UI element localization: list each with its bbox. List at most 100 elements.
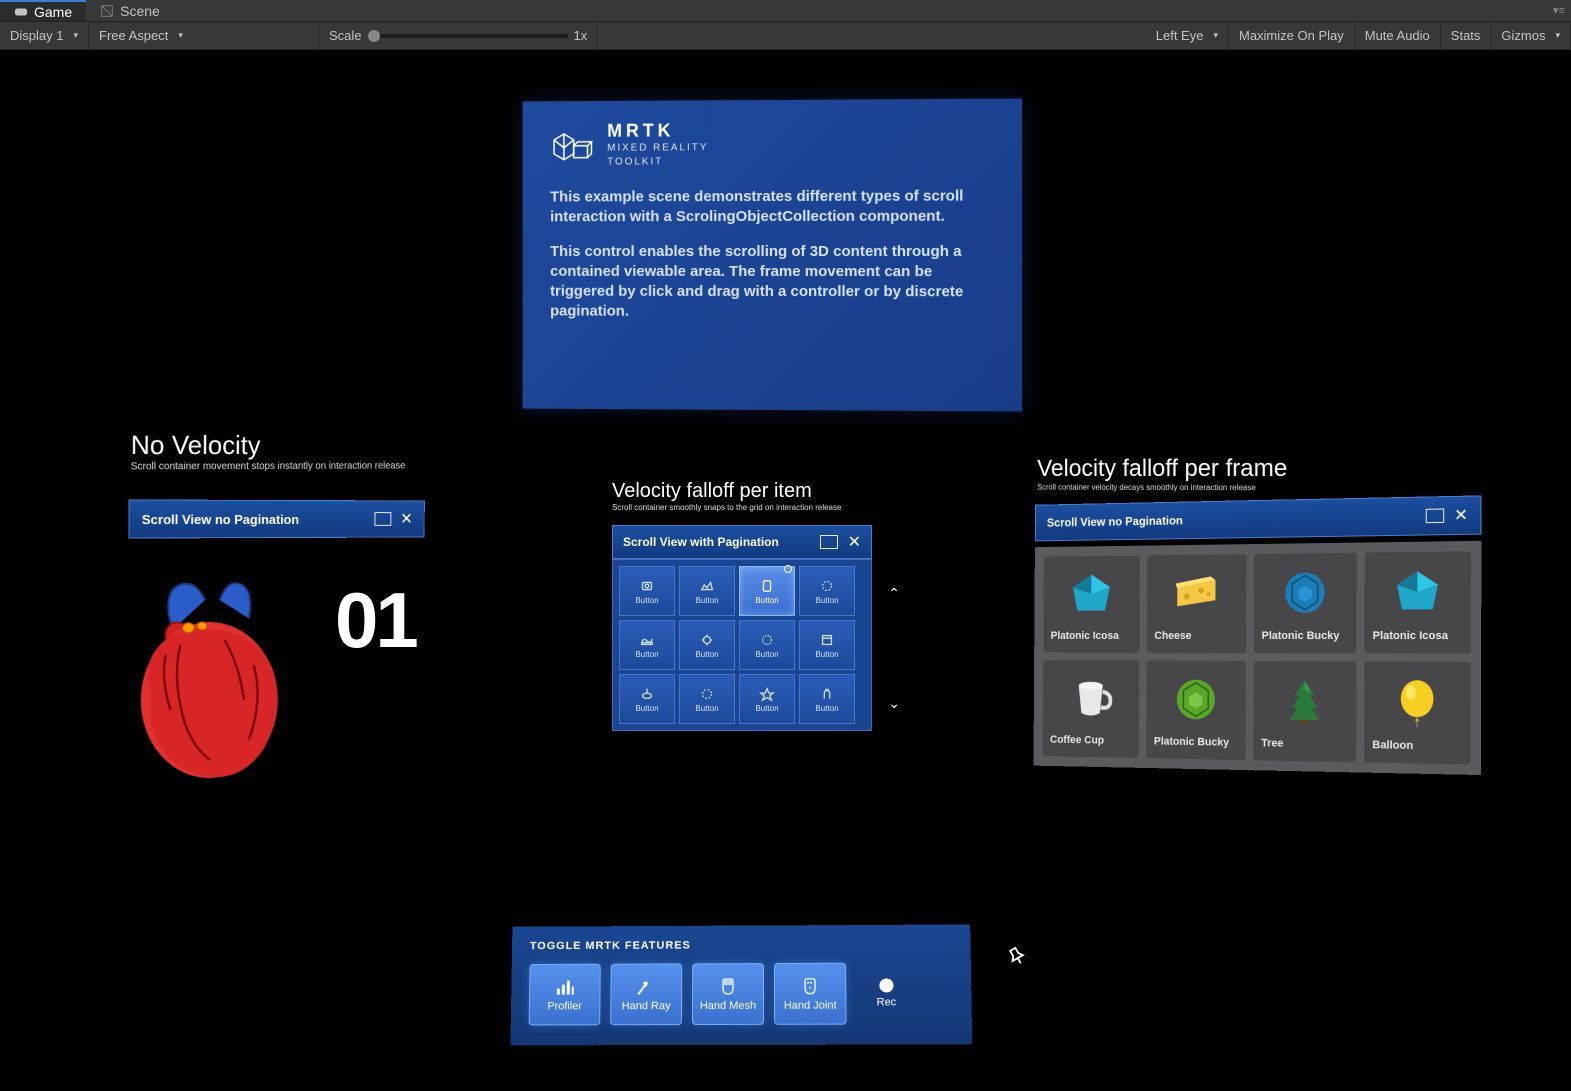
pin-icon[interactable] [1003, 943, 1033, 975]
heart-model[interactable] [111, 568, 307, 796]
scrollview-titlebar-3[interactable]: Scroll View no Pagination ✕ [1035, 495, 1482, 541]
window-icon[interactable] [374, 512, 391, 526]
card-thumbnail [1050, 668, 1132, 729]
close-icon[interactable]: ✕ [1454, 505, 1468, 526]
window-icon[interactable] [820, 535, 838, 549]
scale-value: 1x [574, 28, 588, 43]
card-label: Coffee Cup [1050, 734, 1131, 748]
grid-button[interactable]: Button [799, 620, 855, 670]
scrollview-titlebar-2[interactable]: Scroll View with Pagination ✕ [612, 525, 872, 559]
info-paragraph-2: This control enables the scrolling of 3D… [550, 241, 993, 323]
section-subtitle: Scroll container velocity decays smoothl… [1037, 483, 1287, 493]
aspect-dropdown[interactable]: Free Aspect [89, 22, 319, 49]
scale-slider[interactable] [368, 34, 568, 38]
tab-game[interactable]: Game [0, 0, 86, 21]
section-subtitle: Scroll container movement stops instantl… [131, 461, 406, 473]
brand-sub1: MIXED REALITY [607, 141, 708, 155]
section-per-frame: Velocity falloff per frame Scroll contai… [1037, 455, 1287, 493]
toggle-button-label: Hand Ray [622, 1000, 671, 1012]
grid-button[interactable]: Button [619, 674, 675, 724]
toggle-button-label: Hand Mesh [700, 1000, 756, 1012]
button-grid[interactable]: ButtonButtonButtonButtonButtonButtonButt… [612, 559, 872, 731]
gallery-card[interactable]: Platonic Icosa [1365, 551, 1471, 654]
scrollview-titlebar-1[interactable]: Scroll View no Pagination ✕ [128, 499, 424, 538]
page-up-button[interactable]: ⌃ [888, 585, 900, 602]
card-thumbnail [1154, 562, 1238, 624]
grid-button-label: Button [695, 704, 718, 713]
gallery-card[interactable]: Platonic Icosa [1043, 555, 1140, 652]
gallery-grid[interactable]: Platonic Icosa Cheese Platonic Bucky Platon… [1033, 541, 1481, 776]
tab-scene[interactable]: Scene [86, 0, 174, 21]
toggle-row: Profiler Hand Ray Hand Mesh Hand Joint Rec [529, 962, 954, 1025]
grid-button[interactable]: Button [799, 674, 855, 724]
grid-button-label: Button [635, 704, 658, 713]
scale-control: Scale 1x [319, 22, 598, 49]
card-thumbnail [1372, 670, 1462, 735]
toggle-panel-title: TOGGLE MRTK FEATURES [530, 938, 953, 952]
card-label: Platonic Bucky [1154, 736, 1238, 751]
grid-button[interactable]: Button [739, 620, 795, 670]
grid-button-label: Button [695, 650, 718, 659]
card-thumbnail [1373, 560, 1463, 624]
grid-button-label: Button [695, 596, 718, 605]
gallery-card[interactable]: Balloon [1364, 662, 1471, 765]
gallery-card[interactable]: Platonic Bucky [1254, 553, 1357, 654]
card-label: Platonic Bucky [1262, 630, 1349, 643]
display-dropdown[interactable]: Display 1 [0, 22, 89, 49]
tab-scene-label: Scene [120, 3, 160, 19]
grid-button-label: Button [815, 704, 838, 713]
brand-title: MRTK [607, 120, 708, 141]
rec-dot-icon [879, 978, 893, 992]
toggle-hand-ray-button[interactable]: Hand Ray [610, 963, 682, 1025]
mute-audio-button[interactable]: Mute Audio [1355, 22, 1441, 49]
eye-label: Left Eye [1156, 28, 1204, 43]
card-label: Platonic Icosa [1051, 630, 1132, 643]
titlebar-label: Scroll View with Pagination [623, 535, 810, 549]
card-label: Balloon [1372, 739, 1462, 754]
grid-button[interactable]: Button [679, 620, 735, 670]
grid-button[interactable]: Button [679, 674, 735, 724]
toggle-hand-mesh-button[interactable]: Hand Mesh [692, 963, 764, 1025]
section-title: Velocity falloff per frame [1037, 455, 1287, 484]
mrtk-logo: MRTK MIXED REALITY TOOLKIT [550, 119, 993, 170]
page-down-button[interactable]: ⌄ [888, 695, 900, 712]
gallery-card[interactable]: Platonic Bucky [1146, 661, 1246, 761]
titlebar-label: Scroll View no Pagination [142, 511, 365, 526]
eye-dropdown[interactable]: Left Eye [1146, 22, 1229, 49]
grid-button[interactable]: Button [739, 566, 795, 616]
grid-button-label: Button [635, 650, 658, 659]
heart-icon [111, 568, 307, 791]
toggle-button-label: Hand Joint [784, 1000, 837, 1012]
stats-button[interactable]: Stats [1441, 22, 1492, 49]
grid-button-label: Button [755, 704, 778, 713]
gallery-card[interactable]: Coffee Cup [1043, 660, 1140, 758]
card-thumbnail [1261, 669, 1348, 732]
game-viewport[interactable]: MRTK MIXED REALITY TOOLKIT This example … [0, 50, 1571, 1091]
close-icon[interactable]: ✕ [848, 532, 861, 552]
rec-button[interactable]: Rec [876, 978, 896, 1008]
card-thumbnail [1051, 563, 1133, 624]
gallery-card[interactable]: Tree [1253, 661, 1356, 762]
grid-button[interactable]: Button [679, 566, 735, 616]
toggle-features-panel: TOGGLE MRTK FEATURES Profiler Hand Ray Han… [510, 924, 972, 1045]
mrtk-logo-icon [550, 125, 593, 165]
grid-button-label: Button [635, 596, 658, 605]
toggle-hand-joint-button[interactable]: Hand Joint [774, 963, 847, 1025]
toggle-profiler-button[interactable]: Profiler [529, 964, 601, 1026]
gallery-card[interactable]: Cheese [1147, 554, 1247, 653]
grid-button[interactable]: Button [739, 674, 795, 724]
gizmos-dropdown[interactable]: Gizmos [1491, 22, 1571, 49]
titlebar-label: Scroll View no Pagination [1047, 509, 1415, 530]
grid-button[interactable]: Button [619, 620, 675, 670]
close-icon[interactable]: ✕ [400, 509, 413, 529]
scene-icon [100, 4, 114, 18]
maximize-on-play-button[interactable]: Maximize On Play [1229, 22, 1355, 49]
mute-label: Mute Audio [1365, 28, 1430, 43]
tab-menu-icon[interactable]: ▾≡ [1553, 4, 1571, 17]
grid-button[interactable]: Button [799, 566, 855, 616]
info-paragraph-1: This example scene demonstrates differen… [550, 186, 993, 227]
tab-game-label: Game [34, 4, 72, 20]
section-no-velocity: No Velocity Scroll container movement st… [131, 429, 406, 472]
window-icon[interactable] [1425, 508, 1443, 523]
grid-button[interactable]: Button [619, 566, 675, 616]
